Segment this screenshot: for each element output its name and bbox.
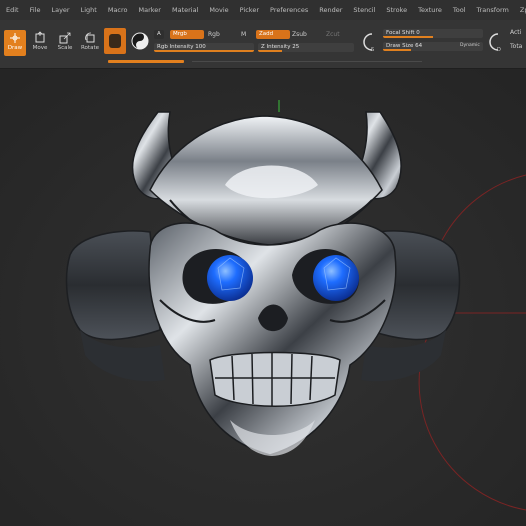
viewport-canvas[interactable]	[0, 69, 526, 526]
menu-item-layer[interactable]: Layer	[45, 0, 74, 20]
zadd-button[interactable]: Zadd	[256, 30, 290, 39]
d-label: D	[497, 47, 501, 53]
menu-item-file[interactable]: File	[24, 0, 46, 20]
s-label: S	[371, 47, 375, 53]
rgb-intensity-slider[interactable]: Rgb Intensity 100	[154, 43, 254, 52]
draw-label: Draw	[7, 45, 23, 51]
focal-shift-slider[interactable]: Focal Shift 0	[383, 29, 483, 38]
menu-item-tool[interactable]: Tool	[447, 0, 471, 20]
move-label: Move	[32, 45, 48, 51]
rotate-button[interactable]: Rotate	[79, 30, 101, 56]
scale-label: Scale	[57, 45, 73, 51]
rgb-button[interactable]: Rgb	[208, 31, 220, 38]
a-label: A	[154, 30, 164, 39]
m-button[interactable]: M	[241, 31, 246, 38]
rotate-label: Rotate	[80, 45, 99, 51]
toolbar: Draw Move Scale Rotate A Mrgb Rgb Rgb In…	[0, 20, 526, 69]
rgb-intensity-label: Rgb Intensity 100	[157, 44, 206, 50]
menu-item-transform[interactable]: Transform	[471, 0, 514, 20]
menu-item-picker[interactable]: Picker	[234, 0, 264, 20]
zsub-button[interactable]: Zsub	[292, 31, 307, 38]
rotate-icon	[85, 32, 95, 43]
menu-item-light[interactable]: Light	[75, 0, 102, 20]
menu-item-marker[interactable]: Marker	[133, 0, 166, 20]
draw-button[interactable]: Draw	[4, 30, 26, 56]
mrgb-button[interactable]: Mrgb	[170, 30, 204, 39]
menu-item-render[interactable]: Render	[313, 0, 347, 20]
menu-item-material[interactable]: Material	[166, 0, 203, 20]
material-button[interactable]	[104, 28, 126, 54]
draw-size-label: Draw Size 64	[386, 43, 423, 49]
move-button[interactable]: Move	[29, 30, 51, 56]
scale-icon	[59, 32, 71, 44]
z-intensity-slider[interactable]: Z Intensity 25	[258, 43, 354, 52]
menu-item-stroke[interactable]: Stroke	[380, 0, 412, 20]
menu-item-texture[interactable]: Texture	[412, 0, 447, 20]
right-gem-eye	[313, 255, 359, 301]
total-points-label: Tota	[510, 43, 523, 50]
texture-button[interactable]	[130, 31, 150, 51]
move-icon	[35, 31, 45, 43]
progress-bar	[108, 60, 184, 63]
material-sphere-icon	[109, 34, 121, 48]
scale-button[interactable]: Scale	[54, 30, 76, 56]
active-points-label: Acti	[510, 29, 522, 36]
zcut-button[interactable]: Zcut	[326, 31, 340, 38]
menu-item-movie[interactable]: Movie	[203, 0, 233, 20]
dynamic-button[interactable]: Dynamic	[460, 43, 480, 48]
menu-bar: Edit File Layer Light Macro Marker Material Mov…	[0, 0, 526, 21]
menu-item-zplugin[interactable]: Zplugin	[514, 0, 526, 20]
menu-item-preferences[interactable]: Preferences	[264, 0, 313, 20]
menu-item-macro[interactable]: Macro	[102, 0, 133, 20]
focal-shift-label: Focal Shift 0	[386, 30, 420, 36]
texture-icon	[131, 32, 149, 50]
left-gem-eye	[207, 255, 253, 301]
z-intensity-label: Z Intensity 25	[261, 44, 300, 50]
divider	[192, 61, 422, 62]
menu-item-stencil[interactable]: Stencil	[347, 0, 380, 20]
draw-icon	[10, 33, 20, 43]
menu-item-edit[interactable]: Edit	[0, 0, 24, 20]
